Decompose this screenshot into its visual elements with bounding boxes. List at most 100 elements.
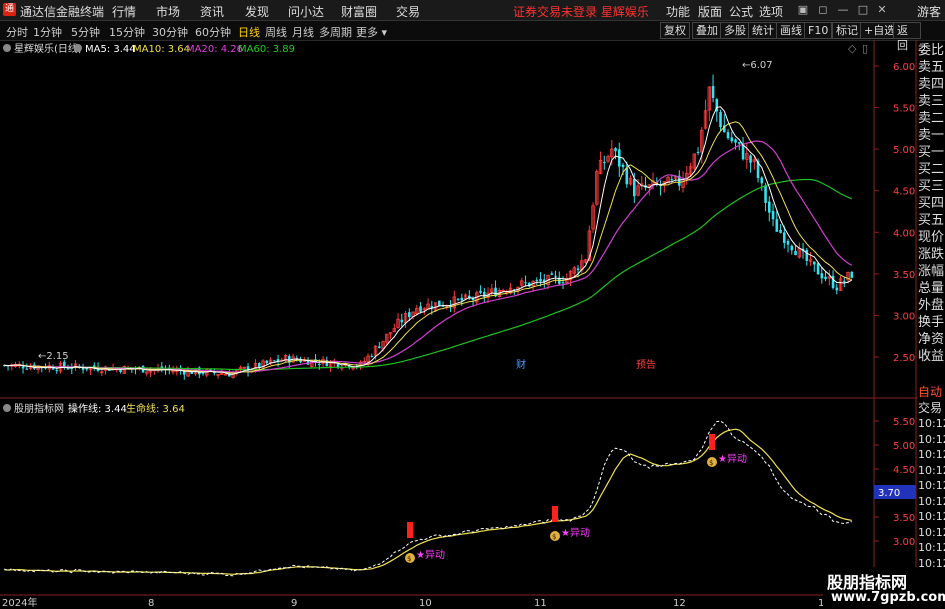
fullscreen-icon[interactable]: ◻ — [816, 3, 830, 17]
candle-body — [561, 282, 565, 284]
expand-icon[interactable]: ▯ — [862, 42, 868, 55]
menu-formula[interactable]: 公式 — [729, 3, 753, 20]
f10-button[interactable]: F10 — [804, 22, 833, 39]
settings-circle-icon[interactable] — [3, 44, 11, 52]
candle-body — [719, 111, 722, 128]
money-bag-glyph: $ — [552, 533, 556, 541]
menu-layout[interactable]: 版面 — [698, 3, 722, 20]
period-weekly[interactable]: 周线 — [265, 24, 287, 40]
watermark: 股朋指标网 www.7gpzb.com — [823, 567, 945, 609]
x-label-2024: 2024年 — [2, 596, 37, 609]
period-multi[interactable]: 多周期 — [319, 24, 352, 40]
life-line-label: 生命线: 3.64 — [126, 402, 185, 415]
close-icon[interactable]: ✕ — [875, 3, 889, 17]
candle-body — [618, 149, 621, 167]
candle-body — [201, 372, 205, 374]
rp-ask4: 卖四 — [918, 77, 945, 92]
mark-button[interactable]: 标记 — [832, 22, 862, 39]
signals: $ ★异动 $ ★异动 $ ★异动 — [405, 434, 747, 563]
menu-trade[interactable]: 交易 — [396, 3, 420, 20]
menu-market[interactable]: 市场 — [156, 3, 180, 20]
auto-toggle[interactable]: 自动 — [918, 384, 945, 400]
back-button[interactable]: 返回 — [893, 22, 921, 52]
period-daily[interactable]: 日线 — [238, 24, 260, 40]
menu-discover[interactable]: 发现 — [245, 3, 269, 20]
rp-bid1: 买一 — [918, 145, 945, 160]
candle-body — [66, 368, 70, 370]
rp-eps: 收益 — [918, 349, 945, 364]
price-tick-label: 5.50 — [893, 104, 915, 115]
tick-time: 10:12 — [918, 479, 945, 492]
minimize-icon[interactable]: — — [836, 3, 850, 17]
candle-body — [790, 245, 794, 251]
user-label[interactable]: 游客 — [917, 3, 941, 20]
candle-body — [456, 298, 460, 300]
multi-stock-button[interactable]: 多股 — [720, 22, 750, 39]
menu-options[interactable]: 选项 — [759, 3, 783, 20]
chart-canvas[interactable]: 星辉娱乐(日线) MA5: 3.44 MA10: 3.64 MA20: 4.26… — [0, 40, 945, 609]
menu-wealth[interactable]: 财富圈 — [341, 3, 377, 20]
ma60-label: MA60: 3.89 — [238, 44, 295, 55]
indicator-settings-icon[interactable] — [3, 404, 11, 412]
rp-bid5: 买五 — [918, 213, 945, 228]
candle-body — [576, 268, 580, 271]
period-more[interactable]: 更多 ▾ — [356, 24, 387, 40]
collapse-icon[interactable]: ◇ — [848, 42, 857, 55]
period-5min[interactable]: 5分钟 — [71, 24, 100, 40]
menu-function[interactable]: 功能 — [666, 3, 690, 20]
skin-icon[interactable]: ▣ — [796, 3, 810, 17]
candle-body — [21, 366, 25, 369]
adjust-button[interactable]: 复权 — [660, 22, 690, 39]
tick-time: 10:12 — [918, 541, 945, 554]
price-tick-label: 3.00 — [893, 311, 915, 322]
app-title: 通达信金融终端 — [20, 5, 105, 19]
low-price-label: ←2.15 — [38, 351, 69, 362]
forecast-marker[interactable]: 预告 — [636, 358, 656, 371]
candle-body — [535, 279, 539, 281]
candle-body — [764, 185, 767, 203]
price-tick-label: 6.00 — [893, 62, 915, 73]
candle-body — [400, 319, 404, 323]
indicator-axis-ticks: 5.505.004.504.003.503.00 — [874, 417, 915, 548]
ma-toggle-icon[interactable] — [74, 44, 82, 52]
period-15min[interactable]: 15分钟 — [109, 24, 145, 40]
candle-body — [614, 148, 617, 152]
tick-time: 10:12 — [918, 463, 945, 477]
finance-marker[interactable]: 财 — [516, 358, 526, 371]
price-tick-label: 5.00 — [893, 145, 915, 156]
menu-news[interactable]: 资讯 — [200, 3, 224, 20]
overlay-button[interactable]: 叠加 — [692, 22, 722, 39]
price-axis-ticks: 6.00 5.50 5.00 4.50 4.00 3.50 3.00 2.50 — [874, 62, 915, 364]
candle-body — [805, 249, 809, 261]
x-label-oct: 10 — [419, 598, 432, 609]
candle-body — [738, 142, 741, 144]
candle-body — [779, 229, 782, 233]
price-tick-label: 3.50 — [893, 270, 915, 281]
period-monthly[interactable]: 月线 — [292, 24, 314, 40]
period-60min[interactable]: 60分钟 — [195, 24, 231, 40]
money-bag-glyph: $ — [407, 555, 411, 563]
period-30min[interactable]: 30分钟 — [152, 24, 188, 40]
draw-line-button[interactable]: 画线 — [776, 22, 806, 39]
maximize-icon[interactable]: □ — [856, 3, 870, 17]
candle-body — [670, 179, 674, 181]
candle-body — [603, 161, 606, 163]
high-price-label: ←6.07 — [742, 60, 773, 71]
period-1min[interactable]: 1分钟 — [33, 24, 62, 40]
candle-body — [734, 139, 737, 143]
period-timeshare[interactable]: 分时 — [6, 24, 28, 40]
candle-body — [768, 201, 771, 213]
candle-body — [550, 273, 554, 275]
candle-body — [820, 273, 824, 279]
login-notice[interactable]: 证券交易未登录 星辉娱乐 — [513, 3, 649, 20]
signal-label: ★异动 — [561, 527, 590, 539]
title-bar: 通 通达信金融终端 行情 市场 资讯 发现 问小达 财富圈 交易 证券交易未登录… — [0, 0, 945, 21]
candle-body — [408, 312, 411, 318]
menu-quotes[interactable]: 行情 — [112, 3, 136, 20]
stats-button[interactable]: 统计 — [748, 22, 778, 39]
menu-ask[interactable]: 问小达 — [288, 3, 324, 20]
tick-time: 10:12 — [918, 417, 945, 430]
tick-time: 10:12 — [918, 510, 945, 523]
operation-line-label: 操作线: 3.44 — [68, 402, 127, 415]
tick-time: 10:12 — [918, 494, 945, 508]
